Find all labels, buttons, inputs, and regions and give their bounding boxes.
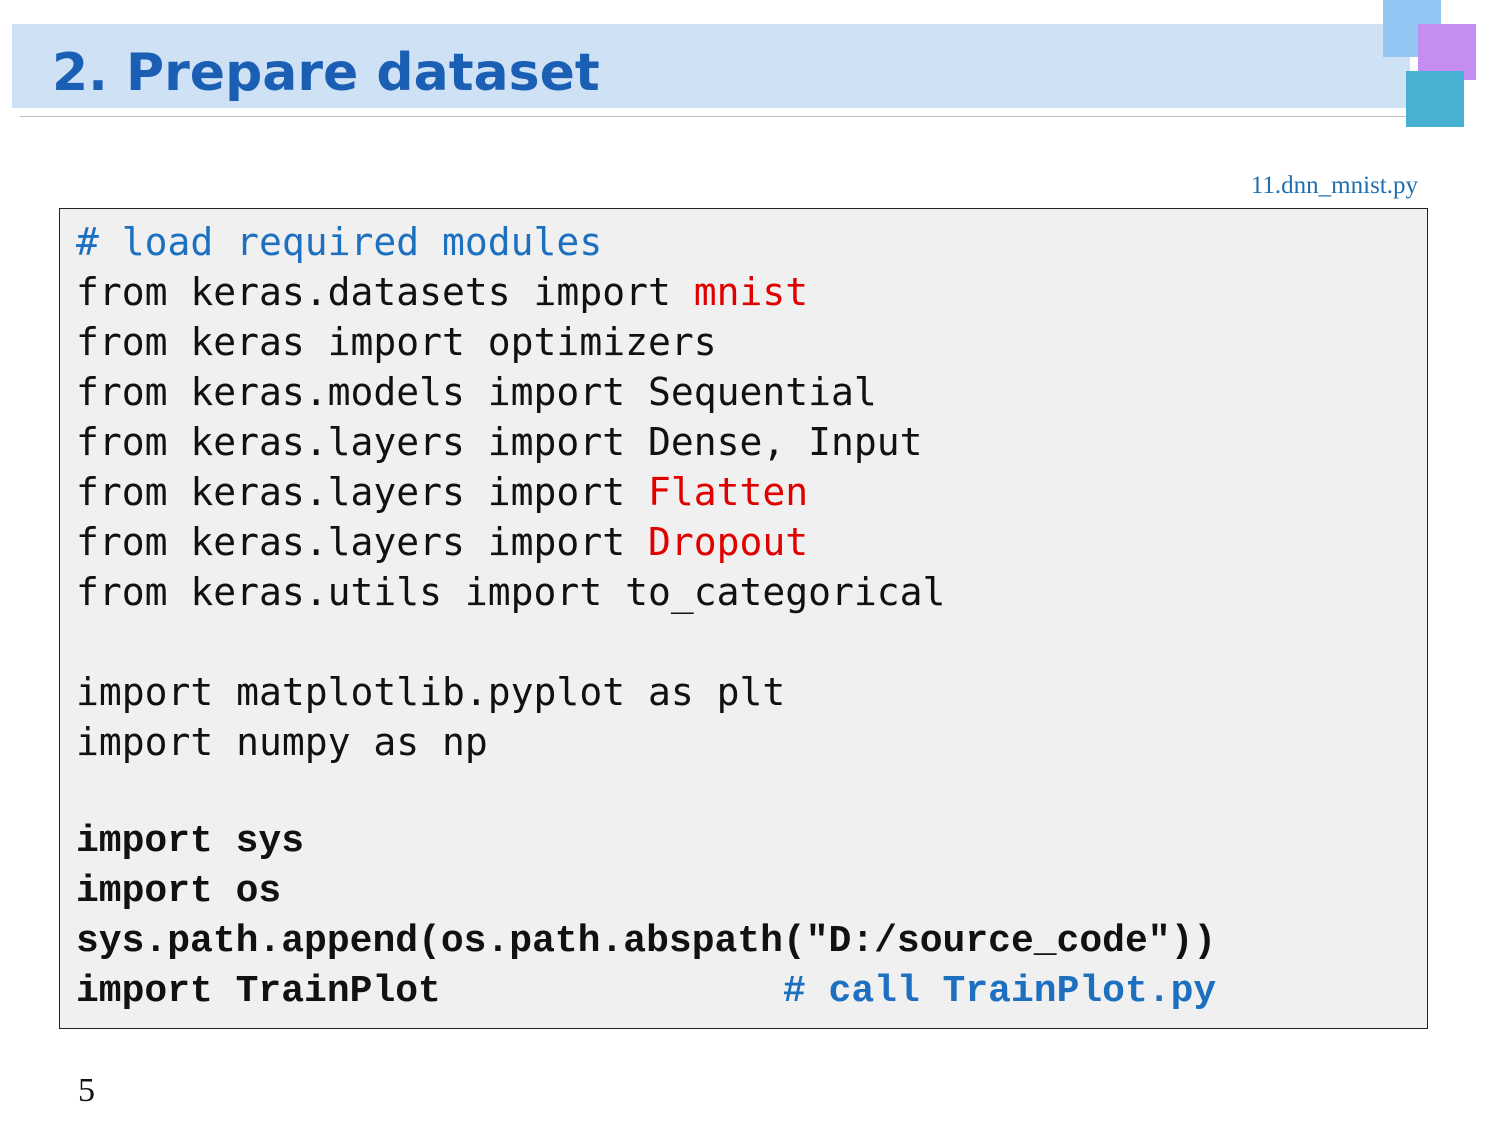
code-text: from keras.utils import to_categorical (76, 570, 946, 614)
code-comment: # call TrainPlot.py (782, 970, 1217, 1013)
code-text: from keras.models import Sequential (76, 370, 877, 414)
code-highlight: Dropout (647, 520, 809, 564)
code-text: import os (76, 870, 282, 913)
code-line-import-mnist: from keras.datasets import mnist (76, 271, 1216, 321)
code-highlight: Flatten (647, 470, 809, 514)
code-text: from keras import optimizers (76, 320, 717, 364)
code-text: from keras.layers import (76, 520, 648, 564)
code-line-import-to-categorical: from keras.utils import to_categorical (76, 571, 1216, 621)
code-text: from keras.datasets import (76, 270, 694, 314)
title-divider (20, 116, 1410, 117)
code-line-import-numpy: import numpy as np (76, 721, 1216, 771)
code-line-import-dropout: from keras.layers import Dropout (76, 521, 1216, 571)
code-line-import-trainplot: import TrainPlot # call TrainPlot.py (76, 971, 1216, 1021)
code-text: import TrainPlot (76, 970, 783, 1013)
file-name-label: 11.dnn_mnist.py (1250, 172, 1418, 199)
code-text: import matplotlib.pyplot as plt (76, 670, 786, 714)
code-lines: # load required modules from keras.datas… (76, 221, 1216, 1021)
code-text: import numpy as np (76, 720, 488, 764)
code-line-sys-path-append: sys.path.append(os.path.abspath("D:/sour… (76, 921, 1216, 971)
code-line-import-dense: from keras.layers import Dense, Input (76, 421, 1216, 471)
page-number: 5 (78, 1072, 95, 1109)
code-text: from keras.layers import Dense, Input (76, 420, 923, 464)
code-comment: # load required modules (76, 220, 603, 264)
code-line-import-sys: import sys (76, 821, 1216, 871)
code-line-import-os: import os (76, 871, 1216, 921)
code-line-import-optimizers: from keras import optimizers (76, 321, 1216, 371)
code-line-comment: # load required modules (76, 221, 1216, 271)
code-block: # load required modules from keras.datas… (59, 208, 1428, 1029)
code-text: from keras.layers import (76, 470, 648, 514)
code-text: sys.path.append(os.path.abspath("D:/sour… (76, 920, 1217, 963)
code-line-import-sequential: from keras.models import Sequential (76, 371, 1216, 421)
decorative-square-teal (1406, 71, 1464, 127)
slide-title: 2. Prepare dataset (52, 43, 600, 103)
code-text: import sys (76, 820, 305, 863)
code-line-import-matplotlib: import matplotlib.pyplot as plt (76, 671, 1216, 721)
code-highlight: mnist (693, 270, 809, 314)
code-line-import-flatten: from keras.layers import Flatten (76, 471, 1216, 521)
